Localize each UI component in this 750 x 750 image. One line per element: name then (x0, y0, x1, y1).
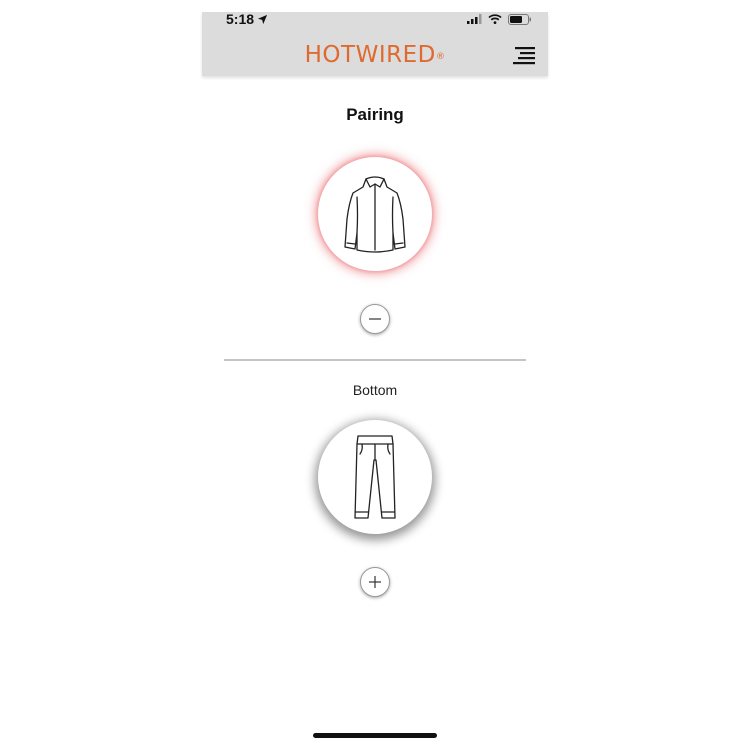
minus-icon (369, 318, 381, 320)
menu-button[interactable] (513, 46, 535, 66)
menu-icon (513, 47, 535, 65)
top-garment-slot[interactable] (318, 157, 432, 271)
shirt-icon (344, 176, 406, 253)
section-divider (224, 359, 526, 361)
location-arrow-icon (257, 14, 268, 24)
brand-name: HOTWIRED (304, 42, 436, 68)
status-indicators (467, 12, 532, 26)
status-time: 5:18 (226, 11, 255, 27)
bottom-garment-slot[interactable] (318, 420, 432, 534)
app-header: 5:18 HOTWIRED® (202, 12, 548, 76)
pants-icon (354, 435, 396, 519)
remove-button[interactable] (360, 304, 390, 334)
plus-icon (369, 576, 381, 588)
bottom-section-label: Bottom (352, 382, 398, 398)
brand-registered-mark: ® (435, 52, 446, 62)
wifi-icon (488, 14, 502, 24)
cellular-signal-icon (467, 14, 482, 24)
brand-logo: HOTWIRED® (202, 42, 548, 68)
home-indicator[interactable] (313, 733, 437, 738)
phone-screen: 5:18 HOTWIRED® Pairing Bottom (202, 12, 548, 740)
status-time-group: 5:18 (226, 12, 268, 26)
add-button[interactable] (360, 567, 390, 597)
page-title: Pairing (346, 105, 404, 124)
battery-icon (508, 13, 531, 25)
